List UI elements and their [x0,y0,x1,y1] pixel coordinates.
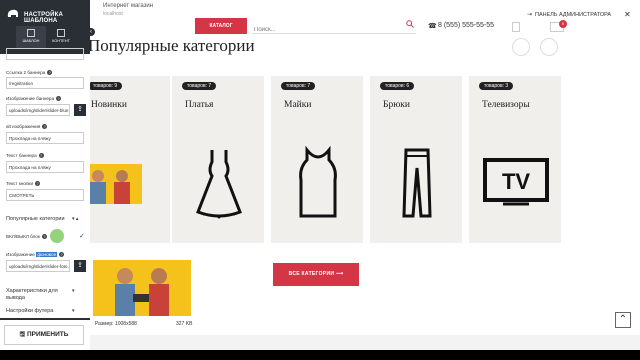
trousers-icon [402,148,432,218]
help-icon: ? [35,181,41,187]
category-card[interactable]: товаров: 9 Новинки [90,76,170,243]
help-icon: ? [47,70,53,76]
background-image-preview [93,260,191,316]
field-label: Изображение баннера? [6,96,62,102]
settings-sidebar: ШАБЛОН КОНТЕНТ Ссылка 2 баннера? /regist… [0,26,90,350]
category-card[interactable]: товаров: 3 Телевизоры TV [469,76,561,243]
content-icon [57,29,65,37]
expand-arrows-icon[interactable]: ▾ [72,288,75,294]
help-icon: ? [38,153,44,159]
button-text-input[interactable]: СМОТРЕТЬ [6,189,84,201]
collapse-panel-button[interactable]: ‹ [87,28,95,36]
phone-icon: ☎ [428,23,437,30]
apply-area: 🖫 ПРИМЕНИТЬ [0,320,90,350]
expand-arrows-icon[interactable]: ▾ ▴ [72,216,78,222]
all-categories-label: ВСЕ КАТЕГОРИИ [288,271,335,277]
banner-link-input[interactable]: /registration [6,77,84,89]
admin-panel-link[interactable]: ПАНЕЛЬ АДМИНИСТРАТОРА [535,12,611,18]
expand-arrows-icon[interactable]: ▾ [72,308,75,314]
mouse-cursor [50,229,64,243]
carousel-prev-button[interactable] [512,38,530,56]
category-card[interactable]: товаров: 7 Платья [172,76,264,243]
field-label: Текст баннера? [6,153,44,159]
svg-text:TV: TV [502,169,530,194]
help-icon: ? [42,124,48,130]
category-count-badge: товаров: 7 [281,82,316,90]
tv-icon: TV [483,158,549,206]
tab-content[interactable]: КОНТЕНТ [46,26,76,48]
apply-button[interactable]: 🖫 ПРИМЕНИТЬ [4,325,84,345]
group-footer-settings[interactable]: Настройки футера [6,308,53,314]
group-output-characteristics[interactable]: Характеристики для вывода [6,288,76,302]
category-title: Телевизоры [482,100,530,110]
category-count-badge: товаров: 3 [479,82,514,90]
tab-template[interactable]: ШАБЛОН [16,26,46,48]
banner-image-input[interactable]: uploads/img/slider/slider-blue.jpg [6,104,70,116]
category-count-badge: товаров: 7 [182,82,217,90]
site-preview: Популярные категории товаров: 9 Новинки … [90,34,640,350]
dress-icon [196,150,242,219]
image-file-size: 327 KB [176,321,193,327]
store-subtitle: localhost [103,11,123,17]
category-photo [90,164,142,204]
carousel-next-button[interactable] [540,38,558,56]
phone-number[interactable]: 8 (555) 555-55-55 [438,22,494,29]
category-title: Платья [185,100,214,110]
background-image-input[interactable]: uploads/img/slider/slider-foto.jpg [6,260,70,272]
top-field[interactable] [6,48,84,60]
tab-content-label: КОНТЕНТ [52,39,70,43]
toggle-label: ВКЛ/ВЫКЛ блок? [6,234,47,240]
apply-label: ПРИМЕНИТЬ [26,331,69,338]
tab-template-label: ШАБЛОН [22,39,40,43]
image-field-label: Изображение фоновое? [6,252,65,258]
category-title: Майки [284,100,312,110]
category-count-badge: товаров: 9 [90,82,123,90]
category-title: Новинки [91,100,127,110]
image-dimensions: Размер: 1008x588 [95,321,137,327]
footer-strip [90,335,640,350]
field-label: Ссылка 2 баннера? [6,70,53,76]
tank-top-icon [299,146,337,218]
store-name[interactable]: Интернет магазин [103,3,153,9]
field-label: alt изображения? [6,124,48,130]
section-title: Популярные категории [90,36,255,55]
upload-icon[interactable]: ⇪ [74,260,86,272]
image-alt-input[interactable]: Прохлада на пляжу [6,132,84,144]
group-popular-categories[interactable]: Популярные категории [6,216,65,222]
category-card[interactable]: товаров: 7 Майки [271,76,363,243]
catalog-button[interactable]: КАТАЛОГ [195,18,247,34]
help-icon: ? [41,234,47,240]
banner-text-input[interactable]: Прохлада на пляжу [6,161,84,173]
all-categories-button[interactable]: ВСЕ КАТЕГОРИИ ⟶ [273,263,359,286]
cart-count-badge: 0 [559,20,567,28]
panel-title: НАСТРОЙКА ШАБЛОНА [24,12,64,24]
search-box [252,18,416,37]
elephant-logo-icon [6,8,20,22]
category-card[interactable]: товаров: 6 Брюки [370,76,462,243]
template-icon [27,29,35,37]
field-label: Текст кнопки? [6,181,41,187]
arrow-right-icon: ⟶ [335,271,344,277]
check-icon[interactable]: ✓ [79,232,85,240]
upload-icon[interactable]: ⇪ [74,104,86,116]
close-icon[interactable]: ✕ [624,10,631,19]
save-icon: 🖫 [19,331,27,338]
scroll-top-button[interactable]: ⌃ [615,312,631,328]
search-icon[interactable] [406,20,414,30]
highlighted-text: фоновое [36,252,58,257]
category-count-badge: товаров: 6 [380,82,415,90]
help-icon: ? [56,96,62,102]
category-title: Брюки [383,100,411,110]
login-icon[interactable]: ⇥ [527,11,532,18]
help-icon: ? [59,252,65,258]
settings-form: Ссылка 2 баннера? /registration Изображе… [0,48,90,318]
compare-icon[interactable] [512,22,520,32]
